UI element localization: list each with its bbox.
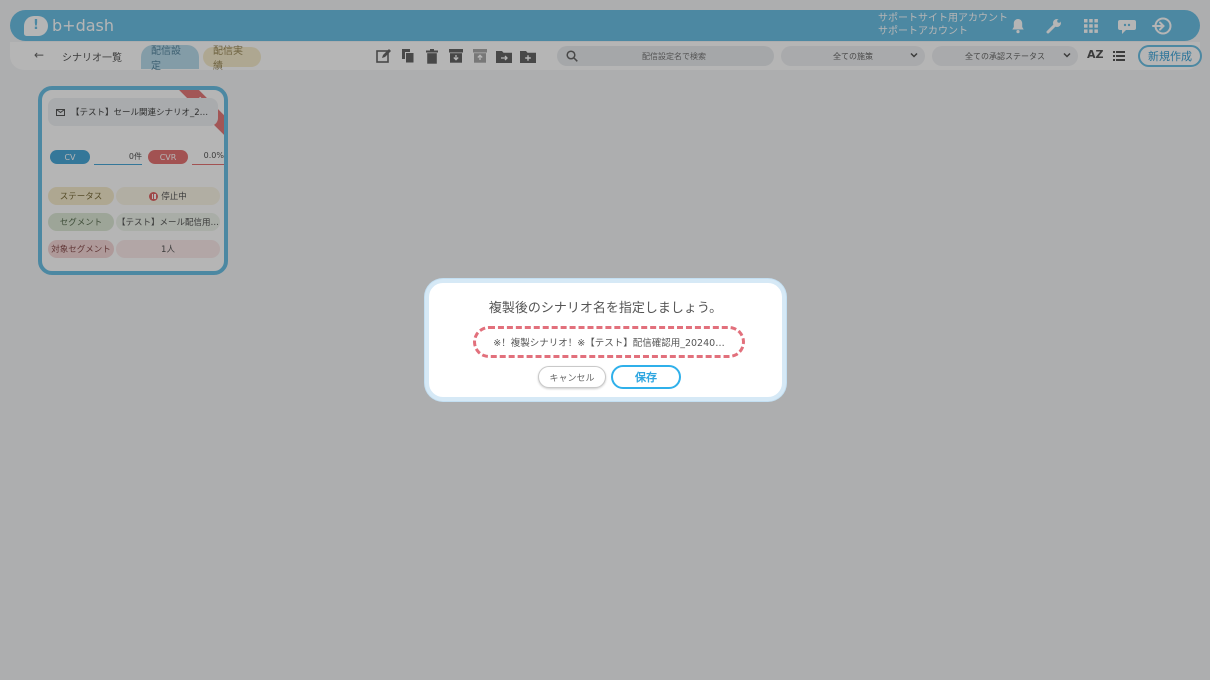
duplicate-name-dialog: 複製後のシナリオ名を指定しましょう。 キャンセル 保存 <box>425 279 786 401</box>
cancel-button[interactable]: キャンセル <box>538 366 606 388</box>
save-button[interactable]: 保存 <box>611 365 681 389</box>
dialog-title: 複製後のシナリオ名を指定しましょう。 <box>488 301 723 316</box>
scenario-name-input[interactable] <box>473 326 745 358</box>
